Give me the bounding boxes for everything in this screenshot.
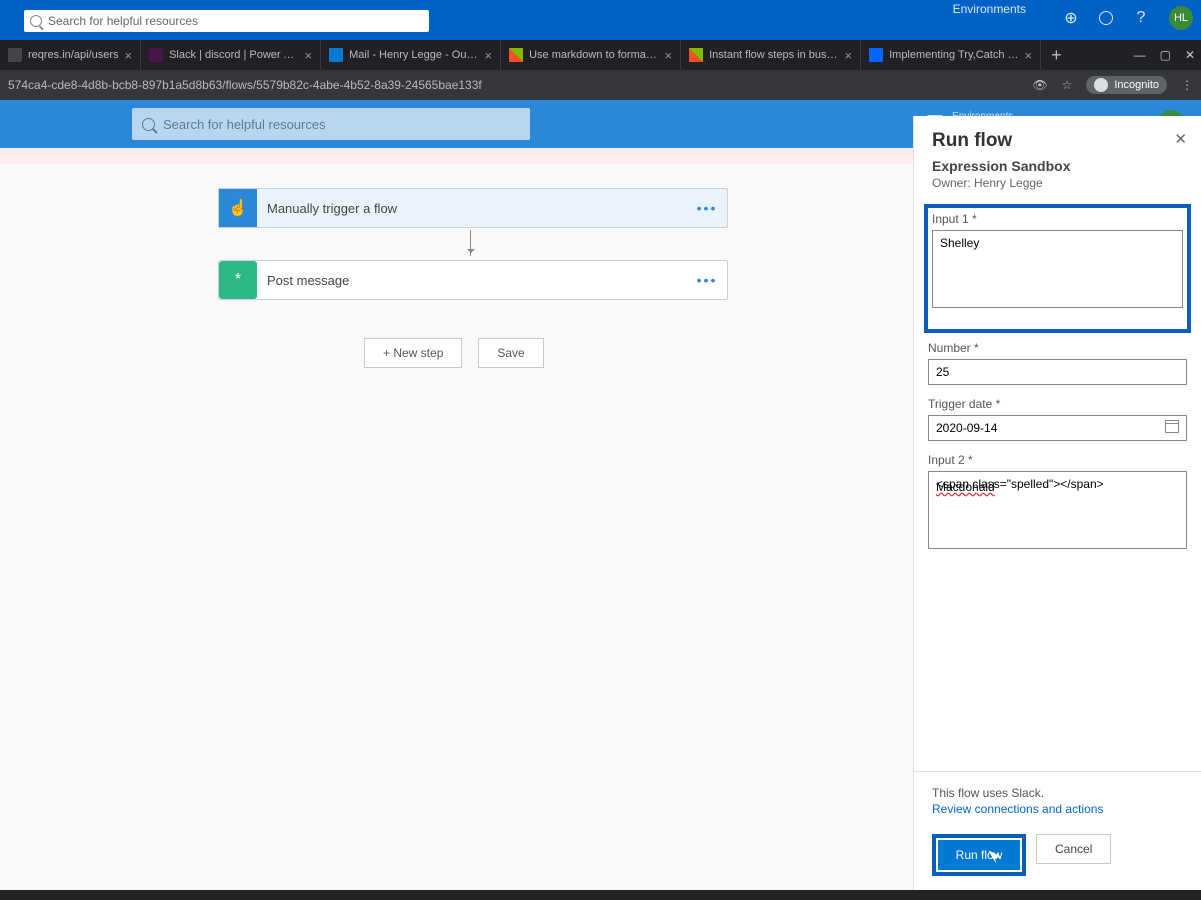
cancel-button[interactable]: Cancel [1036, 834, 1111, 864]
window-controls: — ▢ ✕ [1134, 48, 1195, 62]
close-icon[interactable]: × [1025, 48, 1033, 63]
browser-address-bar: 574ca4-cde8-4d8b-bcb8-897b1a5d8b63/flows… [0, 70, 1201, 100]
star-icon[interactable]: ☆ [1062, 78, 1073, 92]
environments-label: Environments [953, 2, 1026, 16]
highlight-run-button: Run flow [932, 834, 1026, 876]
input1-label: Input 1 * [932, 212, 1183, 226]
tab-3[interactable]: Use markdown to format P...× [501, 40, 681, 70]
new-tab-button[interactable]: + [1041, 45, 1072, 66]
run-flow-panel: Run flow ✕ Expression Sandbox Owner: Hen… [913, 116, 1201, 890]
eye-off-icon[interactable]: 👁 [1032, 78, 1047, 92]
gear-icon[interactable] [1099, 11, 1113, 25]
tab-2[interactable]: Mail - Henry Legge - Outl...× [321, 40, 501, 70]
favicon-icon [869, 48, 883, 62]
incognito-icon [1094, 78, 1108, 92]
favicon-icon [509, 48, 523, 62]
close-icon[interactable]: × [305, 48, 313, 63]
trigger-step[interactable]: ☝ Manually trigger a flow ••• [218, 188, 728, 228]
close-icon[interactable]: × [665, 48, 673, 63]
tab-5[interactable]: Implementing Try,Catch an...× [861, 40, 1041, 70]
favicon-icon [8, 48, 22, 62]
search-placeholder: Search for helpful resources [163, 117, 326, 132]
tab-1[interactable]: Slack | discord | Power Aut...× [141, 40, 321, 70]
browser-tabstrip: reqres.in/api/users× Slack | discord | P… [0, 40, 1201, 70]
minimize-icon[interactable]: — [1134, 48, 1146, 62]
input2-field[interactable]: <span class="spelled"></span> [928, 471, 1187, 549]
globe-icon[interactable]: ⊕ [1061, 8, 1081, 28]
panel-title: Run flow [932, 130, 1183, 152]
incognito-badge: Incognito [1086, 76, 1167, 94]
footer-uses-text: This flow uses Slack. [932, 786, 1044, 800]
flow-owner: Owner: Henry Legge [932, 176, 1183, 190]
calendar-icon[interactable] [1165, 420, 1179, 433]
top-right-icons: ⊕ ? HL [1061, 6, 1193, 30]
run-flow-button[interactable]: Run flow [938, 840, 1020, 870]
close-icon[interactable]: × [125, 48, 133, 63]
save-button[interactable]: Save [478, 338, 543, 368]
avatar[interactable]: HL [1169, 6, 1193, 30]
trigger-date-field[interactable] [928, 415, 1187, 441]
new-step-button[interactable]: + New step [364, 338, 462, 368]
highlight-input1: Input 1 * [924, 204, 1191, 333]
input1-field[interactable] [932, 230, 1183, 308]
taskbar-edge [0, 890, 1201, 900]
date-label: Trigger date * [928, 397, 1187, 411]
close-window-icon[interactable]: ✕ [1185, 48, 1195, 62]
search-input[interactable]: Search for helpful resources [132, 108, 530, 140]
favicon-icon [689, 48, 703, 62]
omnibox-overlay[interactable]: Search for helpful resources [24, 10, 429, 32]
review-connections-link[interactable]: Review connections and actions [932, 802, 1183, 816]
favicon-icon [329, 48, 343, 62]
omnibox-placeholder: Search for helpful resources [48, 14, 198, 28]
close-icon[interactable]: × [845, 48, 853, 63]
close-icon[interactable]: ✕ [1174, 130, 1187, 148]
number-label: Number * [928, 341, 1187, 355]
kebab-menu-icon[interactable]: ⋮ [1181, 78, 1193, 92]
step-menu-button[interactable]: ••• [687, 200, 727, 216]
tab-0[interactable]: reqres.in/api/users× [0, 40, 141, 70]
url-text[interactable]: 574ca4-cde8-4d8b-bcb8-897b1a5d8b63/flows… [8, 78, 1032, 92]
step-menu-button[interactable]: ••• [687, 272, 727, 288]
maximize-icon[interactable]: ▢ [1160, 48, 1171, 62]
close-icon[interactable]: × [485, 48, 493, 63]
number-field[interactable] [928, 359, 1187, 385]
help-icon[interactable]: ? [1131, 8, 1151, 28]
flow-name: Expression Sandbox [932, 158, 1183, 174]
slack-icon: * [219, 261, 257, 299]
manual-trigger-icon: ☝ [219, 189, 257, 227]
search-icon [142, 118, 155, 131]
browser-top-bar: Search for helpful resources Environment… [0, 0, 1201, 40]
connector-arrow-icon [470, 230, 471, 256]
tab-4[interactable]: Instant flow steps in busin...× [681, 40, 861, 70]
action-step[interactable]: * Post message ••• [218, 260, 728, 300]
search-icon [30, 15, 42, 27]
input2-label: Input 2 * [928, 453, 1187, 467]
favicon-icon [149, 48, 163, 62]
